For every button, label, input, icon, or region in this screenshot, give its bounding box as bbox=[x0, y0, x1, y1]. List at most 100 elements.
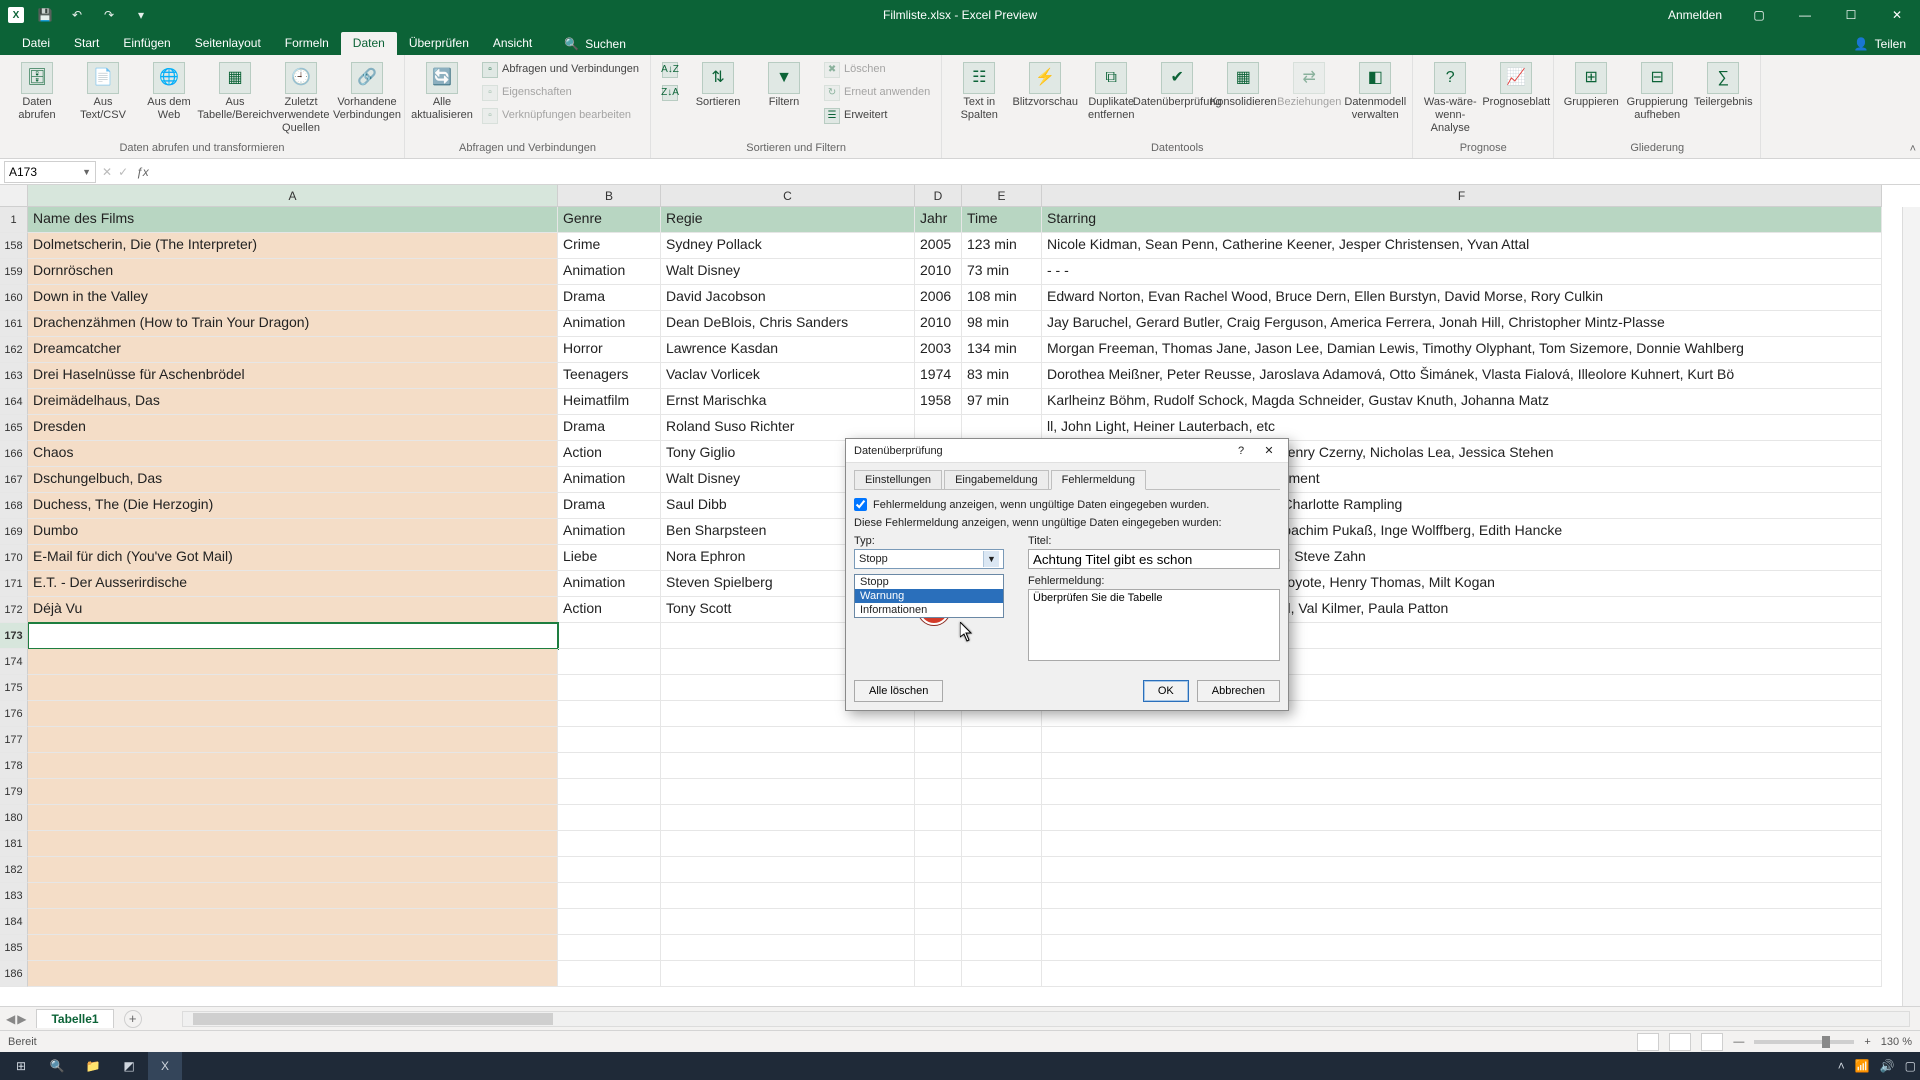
duplikate-entfernen-button[interactable]: ⧉Duplikate entfernen bbox=[1080, 59, 1142, 125]
cell[interactable]: am, Ryan Phillippe, Justine Waddell, Hen… bbox=[1042, 441, 1882, 467]
cell[interactable]: Morgan Freeman, Thomas Jane, Jason Lee, … bbox=[1042, 337, 1882, 363]
col-header-D[interactable]: D bbox=[915, 185, 962, 207]
tab-formeln[interactable]: Formeln bbox=[273, 32, 341, 55]
cell[interactable] bbox=[1042, 935, 1882, 961]
erneut-anwenden-button[interactable]: ↻Erneut anwenden bbox=[819, 82, 935, 104]
cell[interactable]: Dreimädelhaus, Das bbox=[28, 389, 558, 415]
cell[interactable] bbox=[1042, 831, 1882, 857]
cell[interactable] bbox=[558, 831, 661, 857]
row-header[interactable]: 1 bbox=[0, 207, 28, 233]
aus-text-csv-button[interactable]: 📄Aus Text/CSV bbox=[72, 59, 134, 125]
cell[interactable]: 2006 bbox=[915, 285, 962, 311]
cell[interactable] bbox=[558, 675, 661, 701]
datenueberpruefung-button[interactable]: ✔Datenüberprüfung bbox=[1146, 59, 1208, 112]
tray-lang-icon[interactable]: ▢ bbox=[1905, 1059, 1916, 1073]
alle-aktualisieren-button[interactable]: 🔄Alle aktualisieren bbox=[411, 59, 473, 125]
cell[interactable]: Dumbo bbox=[28, 519, 558, 545]
vorhandene-verbindungen-button[interactable]: 🔗Vorhandene Verbindungen bbox=[336, 59, 398, 125]
tab-ueberpruefen[interactable]: Überprüfen bbox=[397, 32, 481, 55]
cell[interactable] bbox=[962, 571, 1042, 597]
col-header-A[interactable]: A bbox=[28, 185, 558, 207]
cell[interactable]: Dorothea Meißner, Peter Reusse, Jaroslav… bbox=[1042, 363, 1882, 389]
tab-seitenlayout[interactable]: Seitenlayout bbox=[183, 32, 273, 55]
cell[interactable] bbox=[962, 805, 1042, 831]
cell[interactable]: David Jacobson bbox=[661, 285, 915, 311]
cell[interactable]: 134 min bbox=[962, 337, 1042, 363]
datenmodell-button[interactable]: ◧Datenmodell verwalten bbox=[1344, 59, 1406, 125]
cell[interactable] bbox=[661, 701, 915, 727]
cell[interactable] bbox=[962, 493, 1042, 519]
cell[interactable]: Nora Ephron bbox=[661, 545, 915, 571]
cell[interactable] bbox=[915, 831, 962, 857]
cell[interactable]: Animation bbox=[558, 311, 661, 337]
cell[interactable] bbox=[962, 441, 1042, 467]
cell[interactable] bbox=[661, 831, 915, 857]
cell[interactable]: Nicole Kidman, Sean Penn, Catherine Keen… bbox=[1042, 233, 1882, 259]
view-layout-button[interactable] bbox=[1669, 1033, 1691, 1051]
cell[interactable]: Animation bbox=[558, 259, 661, 285]
row-header[interactable]: 158 bbox=[0, 233, 28, 259]
prognoseblatt-button[interactable]: 📈Prognoseblatt bbox=[1485, 59, 1547, 112]
cell[interactable] bbox=[558, 701, 661, 727]
select-all-corner[interactable] bbox=[0, 185, 28, 207]
close-button[interactable]: ✕ bbox=[1874, 0, 1920, 30]
qat-redo-icon[interactable]: ↷ bbox=[98, 4, 120, 26]
tab-ansicht[interactable]: Ansicht bbox=[481, 32, 544, 55]
cell[interactable] bbox=[558, 753, 661, 779]
qat-save-icon[interactable]: 💾 bbox=[34, 4, 56, 26]
cell[interactable] bbox=[915, 441, 962, 467]
cell[interactable]: Dolmetscherin, Die (The Interpreter) bbox=[28, 233, 558, 259]
cell[interactable] bbox=[962, 415, 1042, 441]
row-header[interactable]: 162 bbox=[0, 337, 28, 363]
zoom-slider[interactable] bbox=[1754, 1040, 1854, 1044]
qat-undo-icon[interactable]: ↶ bbox=[66, 4, 88, 26]
cell[interactable]: en, Tony Jay, Bob Joles, Haley Joel Osme… bbox=[1042, 467, 1882, 493]
cell[interactable] bbox=[28, 883, 558, 909]
cell[interactable] bbox=[1042, 623, 1882, 649]
cell[interactable]: Teenagers bbox=[558, 363, 661, 389]
loeschen-button[interactable]: ✖Löschen bbox=[819, 59, 935, 81]
cell[interactable] bbox=[28, 701, 558, 727]
cell[interactable] bbox=[28, 753, 558, 779]
cell[interactable]: Drama bbox=[558, 493, 661, 519]
cell[interactable] bbox=[28, 857, 558, 883]
cell[interactable]: Walt Disney bbox=[661, 467, 915, 493]
cell[interactable]: 73 min bbox=[962, 259, 1042, 285]
cell[interactable]: opff, Wilfried Herbst, Gerd Holtenau, Jo… bbox=[1042, 519, 1882, 545]
search-box[interactable]: 🔍 Suchen bbox=[564, 37, 626, 55]
cell[interactable] bbox=[962, 545, 1042, 571]
minimize-button[interactable]: — bbox=[1782, 0, 1828, 30]
cell[interactable] bbox=[558, 883, 661, 909]
cell[interactable] bbox=[661, 623, 915, 649]
cell[interactable] bbox=[1042, 805, 1882, 831]
was-waere-wenn-button[interactable]: ?Was-wäre-wenn-Analyse bbox=[1419, 59, 1481, 139]
chevron-down-icon[interactable]: ▼ bbox=[82, 167, 91, 177]
zoom-in-button[interactable]: + bbox=[1864, 1036, 1870, 1048]
cell[interactable] bbox=[915, 883, 962, 909]
col-header-C[interactable]: C bbox=[661, 185, 915, 207]
view-pagebreak-button[interactable] bbox=[1701, 1033, 1723, 1051]
cell[interactable] bbox=[962, 883, 1042, 909]
cell[interactable] bbox=[558, 649, 661, 675]
cell[interactable]: Starring bbox=[1042, 207, 1882, 233]
row-header[interactable]: 172 bbox=[0, 597, 28, 623]
col-header-E[interactable]: E bbox=[962, 185, 1042, 207]
row-header[interactable]: 163 bbox=[0, 363, 28, 389]
cell[interactable]: 2003 bbox=[915, 337, 962, 363]
cell[interactable]: Animation bbox=[558, 467, 661, 493]
row-header[interactable]: 170 bbox=[0, 545, 28, 571]
row-header[interactable]: 175 bbox=[0, 675, 28, 701]
cells-area[interactable]: Name des FilmsGenreRegieJahrTimeStarring… bbox=[28, 207, 1902, 1006]
daten-abrufen-button[interactable]: 🗄Daten abrufen bbox=[6, 59, 68, 125]
eigenschaften-button[interactable]: ▫Eigenschaften bbox=[477, 82, 644, 104]
row-header[interactable]: 181 bbox=[0, 831, 28, 857]
start-button[interactable]: ⊞ bbox=[4, 1052, 38, 1080]
cell[interactable]: Ben Sharpsteen bbox=[661, 519, 915, 545]
gruppierung-aufheben-button[interactable]: ⊟Gruppierung aufheben bbox=[1626, 59, 1688, 125]
cell[interactable] bbox=[962, 649, 1042, 675]
tab-daten[interactable]: Daten bbox=[341, 32, 397, 55]
cell[interactable] bbox=[661, 857, 915, 883]
filtern-button[interactable]: ▼Filtern bbox=[753, 59, 815, 112]
cell[interactable] bbox=[962, 857, 1042, 883]
sheet-nav-next-icon[interactable]: ▶ bbox=[17, 1012, 26, 1026]
